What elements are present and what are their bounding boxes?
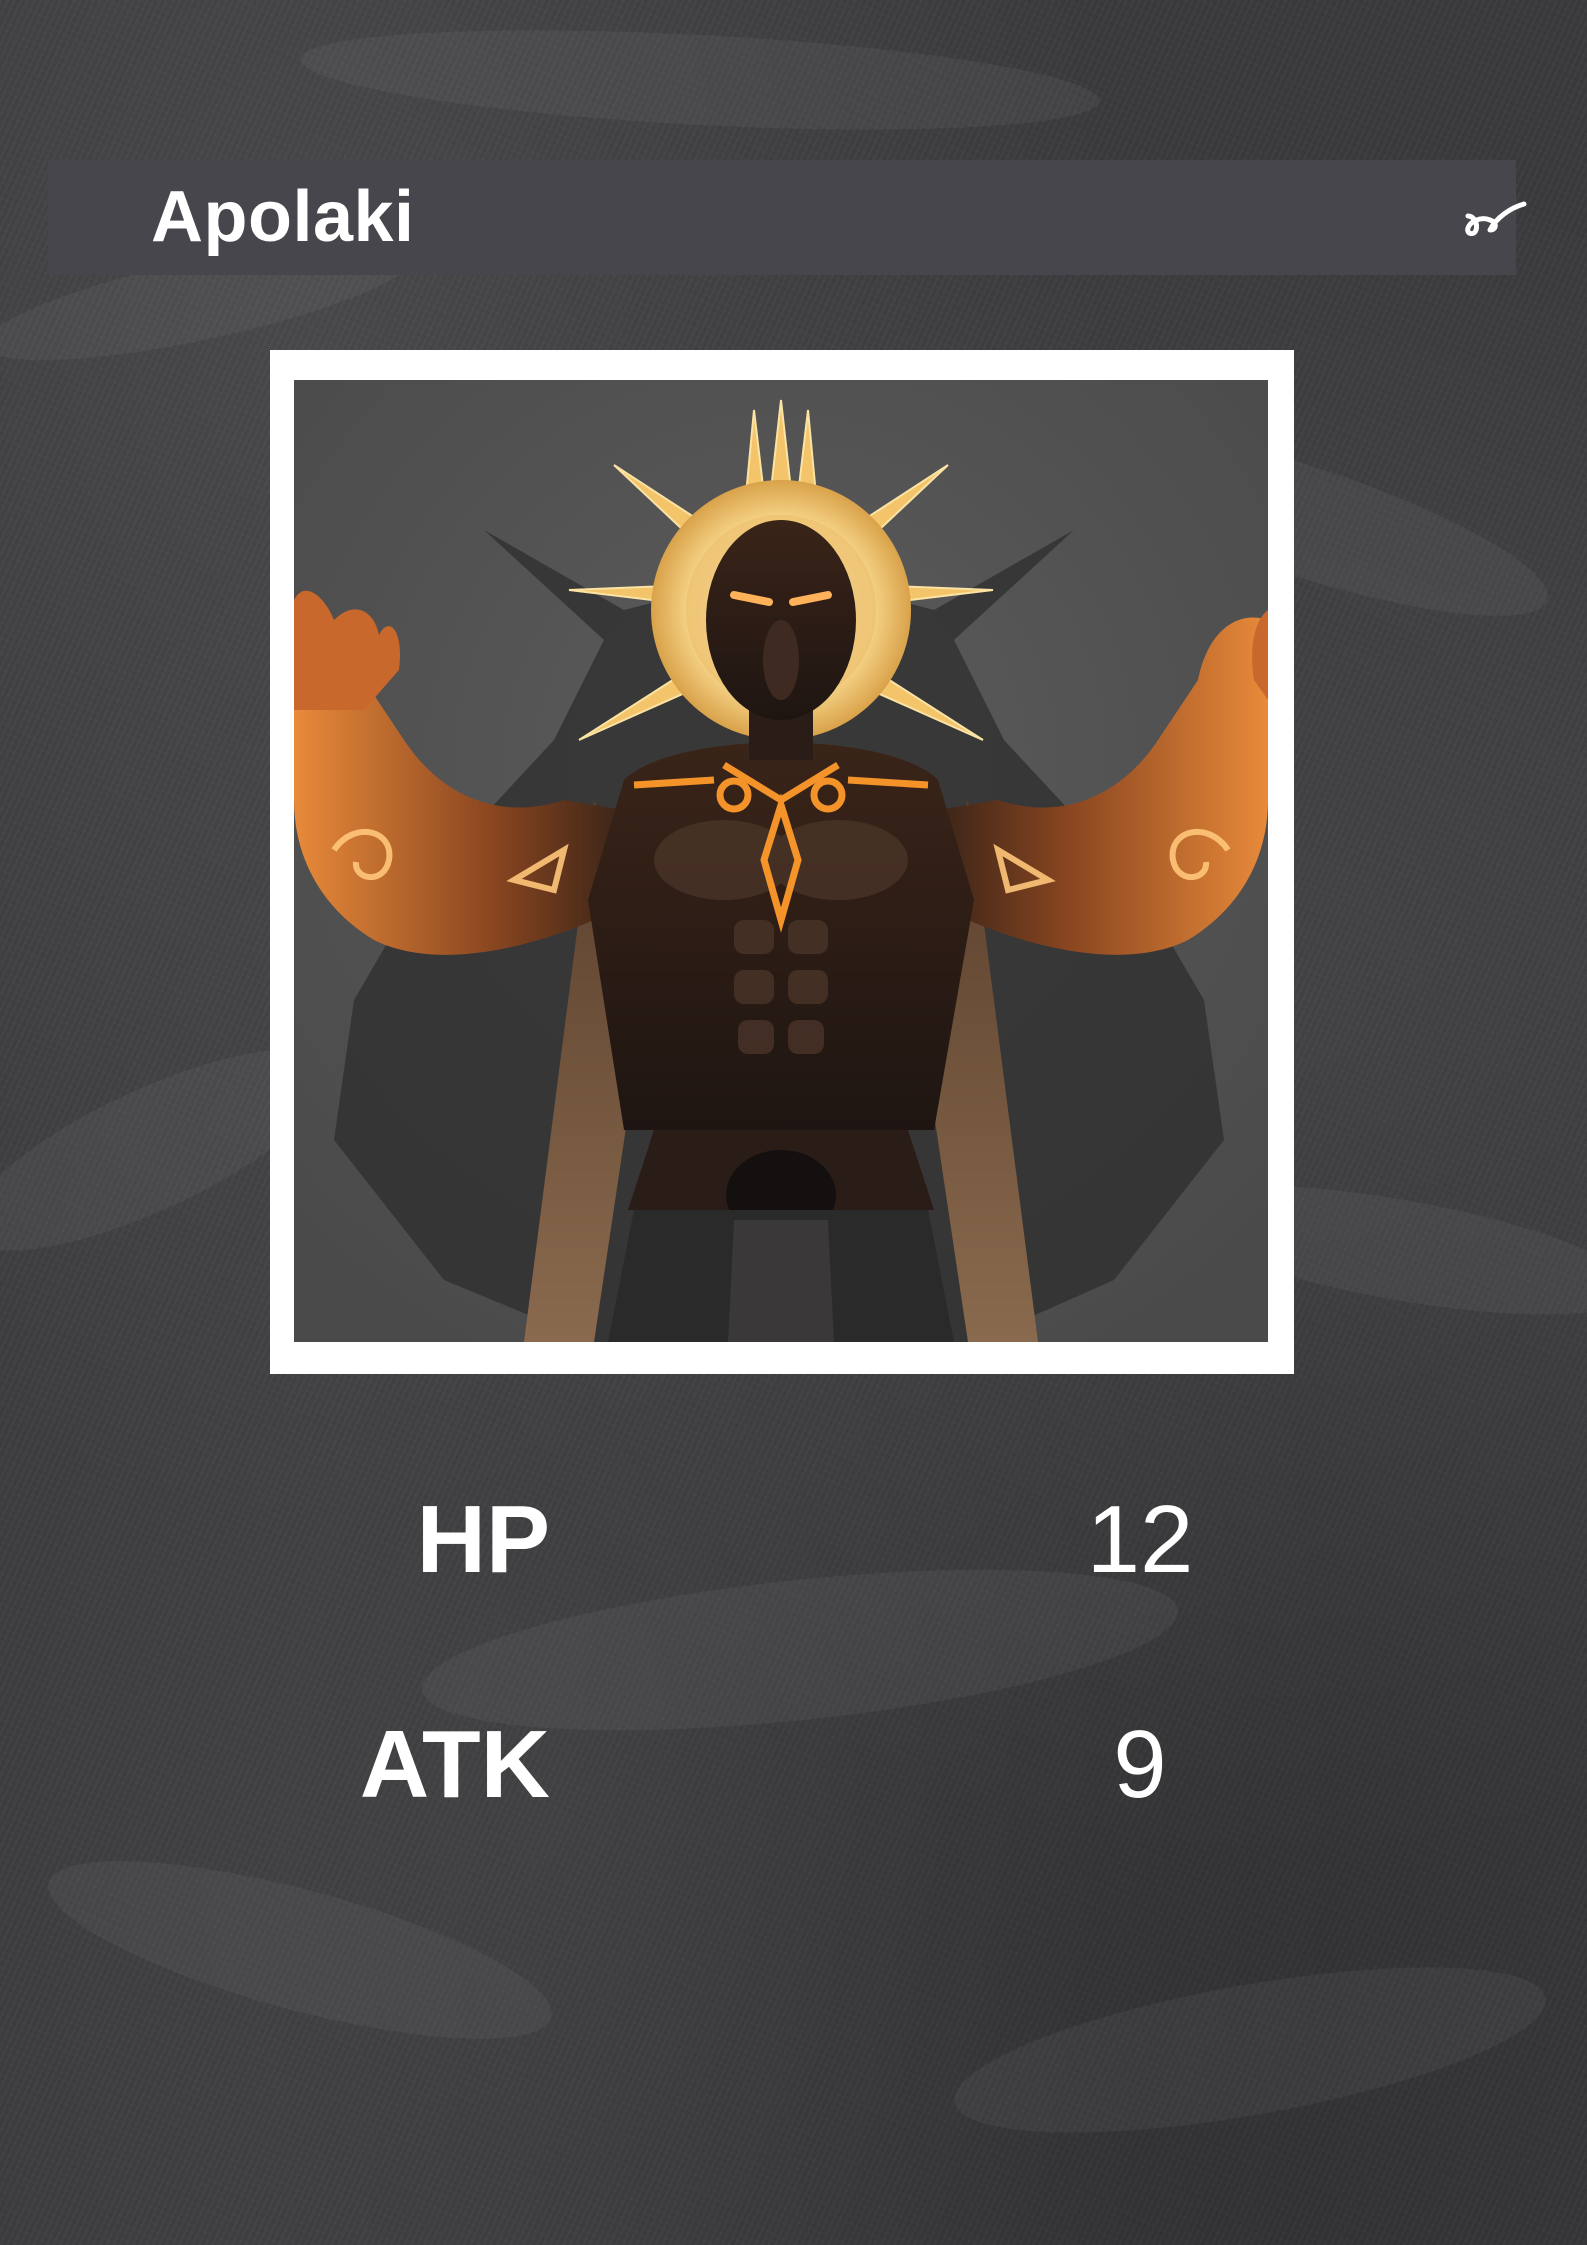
stat-value-atk: 9 [1113, 1711, 1167, 1818]
card-name: Apolaki [151, 177, 415, 257]
stat-value-hp: 12 [1086, 1486, 1194, 1593]
baybayin-glyph-icon [1465, 201, 1527, 237]
sun-god-illustration [294, 380, 1268, 1342]
stat-label-hp: HP [416, 1486, 550, 1593]
stat-label-atk: ATK [359, 1711, 550, 1818]
card-title-bar: Apolaki [48, 160, 1527, 275]
character-portrait [294, 380, 1268, 1342]
portrait-frame [270, 350, 1294, 1374]
